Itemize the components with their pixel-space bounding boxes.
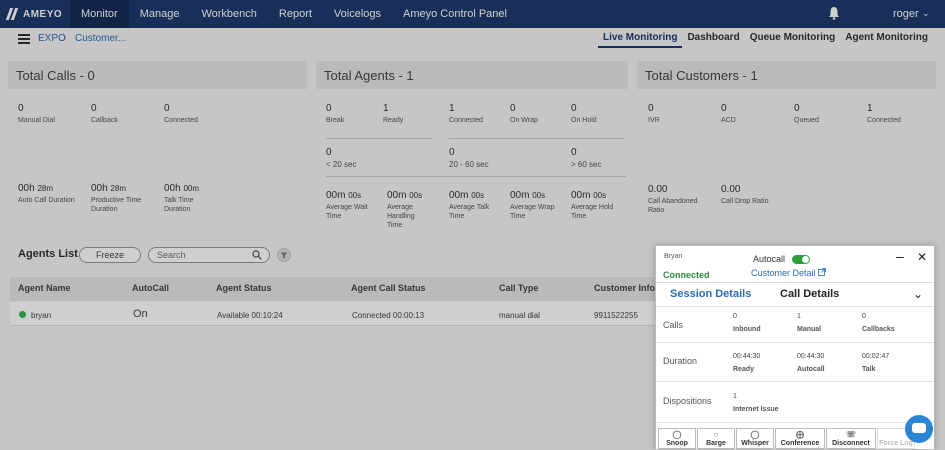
close-icon[interactable]: ✕ [917,251,927,263]
popup-agent-name: Bryan [664,253,683,260]
duration-talk: 00:02:47 Talk [862,353,890,373]
tab-call-details[interactable]: Call Details [780,288,839,300]
external-link-icon [818,268,826,276]
duration-label: Duration [663,356,698,366]
whisper-icon: ◯ [750,430,760,439]
calls-manual: 1 Manual [797,313,822,333]
tab-session-details[interactable]: Session Details [670,288,751,300]
connection-state: Connected [663,270,710,280]
duration-ready: 00:44:30 Ready [733,353,761,373]
divider [656,422,934,423]
divider [656,282,934,283]
barge-button[interactable]: ○ Barge [697,428,735,449]
agent-detail-popup: Bryan Autocall – ✕ Connected Customer De… [655,245,935,450]
chevron-down-icon[interactable]: ⌄ [913,287,923,301]
calls-label: Calls [663,320,684,330]
autocall-label: Autocall [753,254,786,264]
chat-icon[interactable] [905,415,933,443]
snoop-button[interactable]: ◯ Snoop [658,428,696,449]
conference-button[interactable]: ⨁ Conference [775,428,825,449]
ear-icon: ◯ [672,430,682,439]
minimize-icon[interactable]: – [896,249,906,263]
dispositions-label: Dispositions [663,396,712,406]
customer-detail-link[interactable]: Customer Detail [751,268,826,278]
disposition-item: 1 Internet Issue [733,393,779,413]
call-actions-bar: ◯ Snoop ○ Barge ◯ Whisper ⨁ Conference ☏ Disc… [658,428,916,450]
divider [656,306,934,307]
divider [656,342,934,343]
divider [656,381,934,382]
disconnect-button[interactable]: ☏ Disconnect [826,428,876,449]
conference-icon: ⨁ [796,430,804,439]
duration-autocall: 00:44:30 Autocall [797,353,825,373]
calls-inbound: 0 Inbound [733,313,761,333]
autocall-toggle[interactable] [792,255,810,264]
calls-callbacks: 0 Callbacks [862,313,895,333]
disconnect-icon: ☏ [845,430,856,439]
barge-icon: ○ [713,430,719,439]
whisper-button[interactable]: ◯ Whisper [736,428,774,449]
